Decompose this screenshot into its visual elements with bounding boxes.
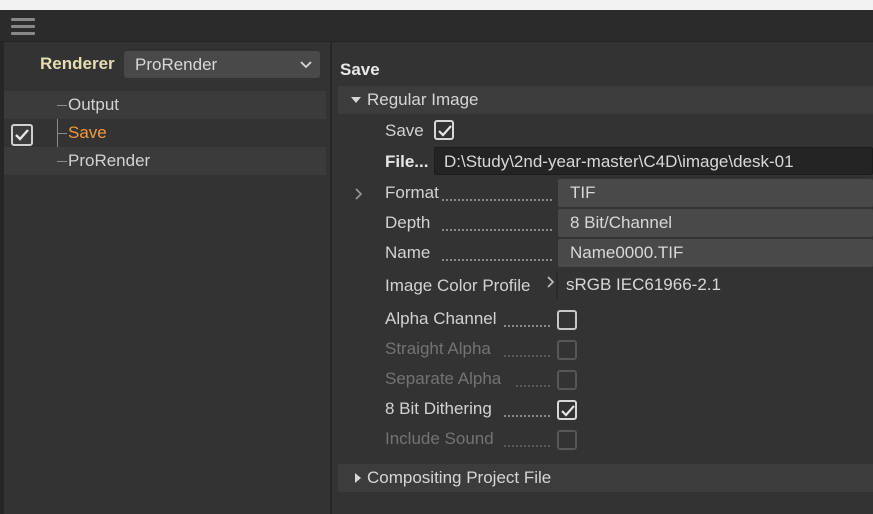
render-settings-sidebar: Renderer ProRender Output Save ProRender [4,42,330,514]
file-path-input[interactable]: D:\Study\2nd-year-master\C4D\image\desk-… [434,147,873,175]
tree-item-prorender[interactable]: ProRender [4,147,326,175]
name-label: Name [385,243,431,262]
color-profile-value[interactable]: sRGB IEC61966-2.1 [556,271,873,299]
hamburger-icon[interactable] [11,18,35,35]
alpha-channel-label: Alpha Channel [385,309,497,328]
chevron-right-icon[interactable] [546,275,556,289]
window-top-strip [0,0,873,10]
format-select[interactable]: TIF [558,179,873,207]
checkmark-icon [15,129,29,141]
include-sound-label: Include Sound [385,429,494,448]
toolbar [0,10,873,42]
regular-image-group-header[interactable]: Regular Image [338,86,873,114]
name-select[interactable]: Name0000.TIF [558,239,873,267]
renderer-select-value: ProRender [135,55,218,74]
tree-item-label: Save [68,123,107,142]
separate-alpha-label: Separate Alpha [385,369,502,388]
save-label: Save [385,121,424,140]
straight-alpha-label: Straight Alpha [385,339,491,358]
checkmark-icon [561,405,575,417]
depth-select[interactable]: 8 Bit/Channel [558,209,873,237]
checkmark-icon [438,125,452,137]
save-checkbox[interactable] [434,120,454,140]
section-title: Save [340,60,380,79]
tree-item-label: ProRender [68,151,151,170]
save-enabled-checkbox[interactable] [11,124,33,146]
group-header-label: Compositing Project File [367,468,552,487]
tree-item-output[interactable]: Output [4,91,326,119]
triangle-right-icon [355,473,361,483]
compositing-group-header[interactable]: Compositing Project File [338,464,873,492]
dithering-checkbox[interactable] [557,400,577,420]
format-label: Format [385,183,439,202]
triangle-down-icon [351,97,361,103]
renderer-select[interactable]: ProRender [124,51,320,78]
color-profile-label: Image Color Profile [385,276,531,295]
tree-item-label: Output [68,95,120,114]
depth-label: Depth [385,213,431,232]
include-sound-checkbox[interactable] [557,430,577,450]
group-header-label: Regular Image [367,90,479,109]
save-settings-panel: Save Regular Image Save File... D:\Study… [332,42,873,514]
alpha-channel-checkbox[interactable] [557,310,577,330]
renderer-label: Renderer [40,54,115,73]
chevron-down-icon [300,61,312,69]
chevron-right-icon[interactable] [354,187,364,201]
file-label[interactable]: File... [385,152,428,172]
straight-alpha-checkbox[interactable] [557,340,577,360]
tree-item-save[interactable]: Save [4,119,326,147]
dithering-label: 8 Bit Dithering [385,399,492,418]
separate-alpha-checkbox[interactable] [557,370,577,390]
